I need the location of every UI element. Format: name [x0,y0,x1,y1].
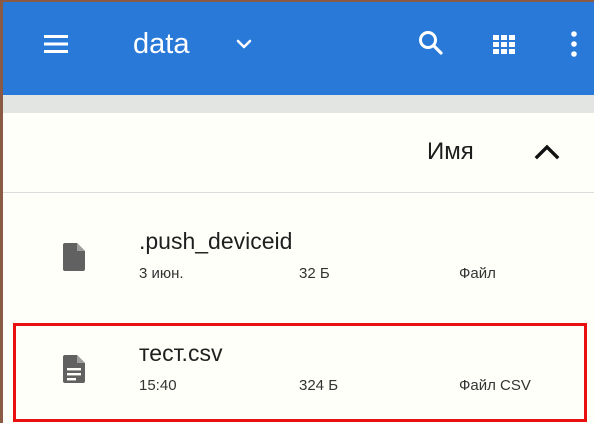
app-bar: data [3,2,594,95]
more-options-button[interactable] [569,29,579,59]
file-type: Файл CSV [459,377,531,394]
text-file-icon [63,355,85,383]
file-date: 15:40 [139,377,177,394]
app-bar-shadow [3,95,594,113]
menu-icon [44,35,68,53]
file-size: 32 Б [299,265,330,282]
file-row[interactable]: .push_deviceid 3 июн. 32 Б Файл [3,212,594,312]
file-type: Файл [459,265,496,282]
file-name: тест.csv [139,340,223,366]
file-manager-window: data Имя .push_deviceid 3 июн. 32 Б Файл… [0,0,594,423]
file-row[interactable]: тест.csv 15:40 324 Б Файл CSV [3,324,594,423]
folder-title[interactable]: data [133,26,189,62]
file-name: .push_deviceid [139,228,293,254]
search-button[interactable] [417,29,445,57]
sort-direction-button[interactable] [534,139,560,163]
folder-dropdown-button[interactable] [234,34,254,54]
search-icon [419,31,443,55]
grid-view-icon [493,35,515,54]
file-icon [63,243,85,271]
file-list: Имя .push_deviceid 3 июн. 32 Б Файл тест… [3,113,594,423]
chevron-down-icon [236,39,252,49]
file-size: 324 Б [299,377,339,394]
chevron-up-icon [534,144,560,160]
menu-button[interactable] [43,31,69,57]
sort-label[interactable]: Имя [427,137,474,167]
more-vertical-icon [571,31,577,57]
file-date: 3 июн. [139,265,184,282]
grid-view-button[interactable] [491,31,517,57]
sort-header[interactable]: Имя [3,113,594,193]
